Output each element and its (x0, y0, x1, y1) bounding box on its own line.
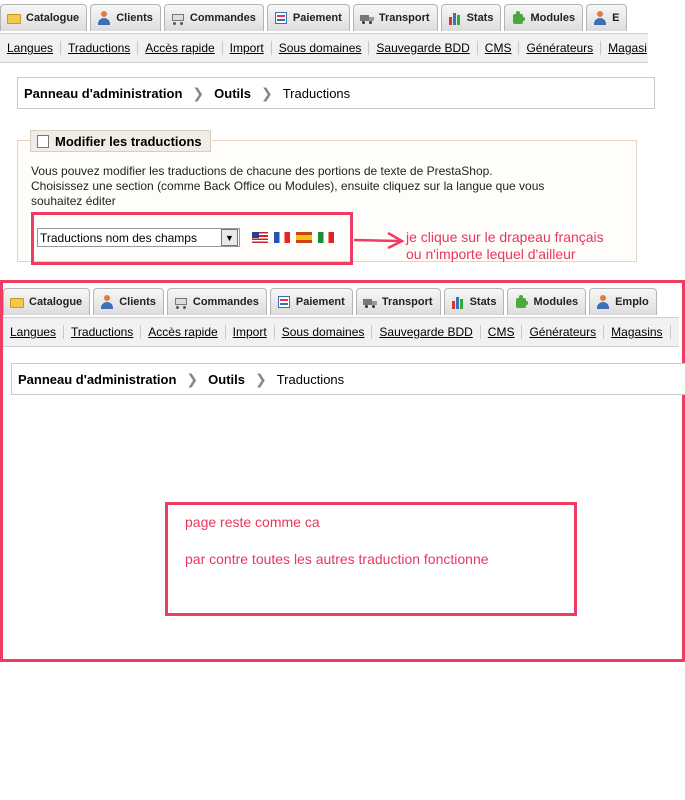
tab-label: Catalogue (26, 12, 80, 24)
tab-label: Clients (119, 296, 156, 308)
description-line-2: Choisissez une section (comme Back Offic… (31, 179, 545, 193)
user-icon (593, 11, 607, 25)
note-line-1: page reste comme ca (185, 514, 320, 530)
bottom-subnav-link[interactable]: Sous domaines (275, 325, 373, 339)
bottom-tab-modules[interactable]: Modules (507, 288, 587, 315)
bottom-subnav-link[interactable]: Langues (3, 325, 65, 339)
top-subnav-link[interactable]: Accès rapide (138, 41, 223, 55)
bottom-tab-paiement[interactable]: Paiement (269, 288, 353, 315)
panel-description: Vous pouvez modifier les traductions de … (31, 164, 631, 209)
bottom-tab-transport[interactable]: Transport (355, 288, 441, 315)
top-subnav-link[interactable]: Traductions (61, 41, 139, 55)
top-sub-navigation: Langues Traductions Accès rapide Import Sous… (0, 33, 648, 63)
tab-label: Commandes (189, 12, 256, 24)
top-subnav-link[interactable]: Magasi (601, 41, 648, 55)
highlight-box-select (31, 212, 353, 265)
annotation-line-2: ou n'importe lequel d'ailleur (406, 246, 576, 262)
breadcrumb-current: Traductions (282, 85, 351, 101)
folder-icon (7, 11, 21, 25)
chevron-right-icon: ❯ (260, 84, 273, 101)
tab-label: Clients (116, 12, 153, 24)
bottom-tab-stats[interactable]: Stats (443, 288, 505, 315)
tab-label: Stats (466, 12, 494, 24)
note-line-2: par contre toutes les autres traduction … (185, 551, 489, 567)
breadcrumb-section[interactable]: Outils (208, 372, 245, 387)
bottom-subnav-link[interactable]: Import (226, 325, 275, 339)
top-tab-clients[interactable]: Clients (90, 4, 161, 31)
tab-label: E (612, 12, 620, 24)
tab-label: Stats (469, 296, 497, 308)
annotation-click-flag: je clique sur le drapeau français ou n'i… (406, 229, 604, 263)
tab-label: Transport (378, 12, 430, 24)
tab-label: Emplo (615, 296, 649, 308)
bottom-subnav-link[interactable]: Accès rapide (141, 325, 226, 339)
tab-label: Catalogue (29, 296, 83, 308)
panel-legend: Modifier les traductions (30, 130, 211, 152)
arrow-right-icon (353, 231, 405, 250)
puzzle-icon (514, 295, 529, 309)
payment-icon (274, 11, 288, 25)
bottom-breadcrumb: Panneau d'administration ❯ Outils ❯ Trad… (11, 363, 685, 395)
user-icon (97, 11, 111, 25)
folder-icon (10, 295, 24, 309)
top-tab-bar: Catalogue Clients Commandes Paiement Transpo… (0, 2, 648, 32)
tab-label: Transport (381, 296, 433, 308)
truck-icon (359, 11, 374, 25)
chevron-right-icon: ❯ (254, 370, 267, 387)
top-breadcrumb: Panneau d'administration ❯ Outils ❯ Trad… (17, 77, 655, 109)
breadcrumb-section[interactable]: Outils (214, 86, 251, 101)
bottom-subnav-link[interactable]: Générateurs (522, 325, 605, 339)
cart-icon (174, 295, 188, 309)
description-line-3: souhaitez éditer (31, 194, 116, 208)
payment-icon (277, 295, 291, 309)
top-subnav-link[interactable]: Import (223, 41, 272, 55)
bar-chart-icon (451, 295, 465, 309)
top-tab-catalogue[interactable]: Catalogue (0, 4, 88, 31)
description-line-1: Vous pouvez modifier les traductions de … (31, 164, 493, 178)
top-subnav-link[interactable]: Sauvegarde BDD (369, 41, 478, 55)
top-tab-modules[interactable]: Modules (504, 4, 584, 31)
chevron-right-icon: ❯ (192, 84, 205, 101)
cart-icon (171, 11, 185, 25)
top-tab-paiement[interactable]: Paiement (266, 4, 350, 31)
bottom-tab-commandes[interactable]: Commandes (166, 288, 267, 315)
user-icon (100, 295, 114, 309)
top-subnav-link[interactable]: CMS (478, 41, 520, 55)
user-icon (596, 295, 610, 309)
bottom-subnav-link[interactable]: Magasins (604, 325, 671, 339)
top-tab-e[interactable]: E (586, 4, 628, 31)
tab-label: Modules (530, 12, 576, 24)
tab-label: Modules (533, 296, 579, 308)
top-tab-transport[interactable]: Transport (352, 4, 438, 31)
panel-legend-text: Modifier les traductions (55, 133, 202, 149)
breadcrumb-root[interactable]: Panneau d'administration (24, 86, 182, 101)
annotation-line-1: je clique sur le drapeau français (406, 229, 604, 245)
top-tab-commandes[interactable]: Commandes (163, 4, 264, 31)
bottom-tab-bar: Catalogue Clients Commandes Paiement Transpo… (3, 286, 679, 316)
top-tab-stats[interactable]: Stats (440, 4, 502, 31)
top-subnav-link[interactable]: Sous domaines (272, 41, 370, 55)
bottom-subnav-link[interactable]: CMS (481, 325, 523, 339)
tab-label: Commandes (192, 296, 259, 308)
bottom-subnav-link[interactable]: Sauvegarde BDD (372, 325, 481, 339)
tab-label: Paiement (292, 12, 342, 24)
bottom-tab-clients[interactable]: Clients (93, 288, 164, 315)
top-subnav-link[interactable]: Générateurs (519, 41, 602, 55)
bottom-sub-navigation: Langues Traductions Accès rapide Import Sous… (3, 317, 679, 347)
bottom-tab-emplo[interactable]: Emplo (589, 288, 657, 315)
breadcrumb-current: Traductions (276, 371, 345, 387)
tab-label: Paiement (295, 296, 345, 308)
chevron-right-icon: ❯ (186, 370, 199, 387)
truck-icon (362, 295, 377, 309)
bar-chart-icon (448, 11, 462, 25)
breadcrumb-root[interactable]: Panneau d'administration (18, 372, 176, 387)
edit-document-icon (37, 134, 49, 148)
puzzle-icon (511, 11, 526, 25)
bottom-tab-catalogue[interactable]: Catalogue (3, 288, 91, 315)
bottom-subnav-link[interactable]: Traductions (64, 325, 142, 339)
top-subnav-link[interactable]: Langues (0, 41, 62, 55)
